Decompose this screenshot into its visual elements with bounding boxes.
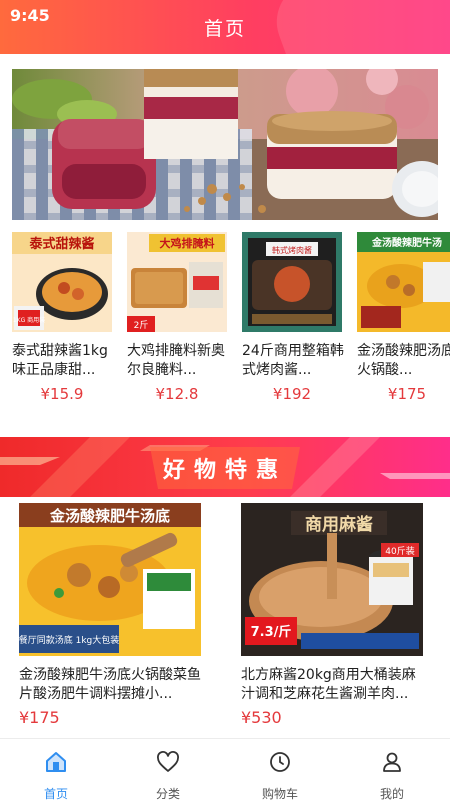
product-name: 北方麻酱20kg商用大桶装麻汁调和芝麻花生酱涮羊肉... [241, 667, 416, 702]
tab-cart[interactable]: 购物车 [224, 749, 336, 800]
product-name: 大鸡排腌料新奥尔良腌料... [127, 343, 225, 378]
hero-banner-image [12, 69, 438, 220]
page-title: 首页 [203, 18, 246, 40]
strip-item[interactable]: 金汤酸辣肥牛汤 金汤酸辣肥汤底火锅酸... ¥175 [357, 232, 450, 403]
thumb-title-text: 大鸡排腌料 [160, 236, 215, 250]
featured-item[interactable]: 金汤酸辣肥牛汤底 餐厅同款汤底 1kg大包装 金汤酸辣肥牛汤底火锅酸菜鱼片酸汤肥… [19, 503, 201, 727]
thumb-title-text: 商用麻酱 [305, 514, 373, 535]
product-thumbnail: 韩式烤肉酱 [242, 232, 342, 332]
hero-banner[interactable] [12, 69, 438, 220]
heart-icon [112, 749, 224, 775]
thumb-title-text: 韩式烤肉酱 [272, 245, 312, 255]
strip-item[interactable]: 韩式烤肉酱 24斤商用整箱韩式烤肉酱... ¥192 [242, 232, 346, 403]
product-price: ¥175 [387, 385, 427, 403]
product-name: 泰式甜辣酱1kg味正品康甜... [12, 343, 108, 378]
thumb-badge-text: 40斤装 [385, 545, 414, 557]
clock-icon [224, 749, 336, 775]
top-bar: 9:45 首页 [0, 0, 450, 54]
tab-category[interactable]: 分类 [112, 749, 224, 800]
product-thumbnail: 商用麻酱 40斤装 7.3/斤 [241, 503, 423, 656]
featured-item[interactable]: 商用麻酱 40斤装 7.3/斤 北方麻酱20kg商用大桶装麻汁调和芝麻花生酱涮羊… [241, 503, 423, 727]
product-thumbnail: 泰式甜辣酱 1KG 商用装 [12, 232, 112, 332]
product-price: ¥530 [241, 708, 282, 727]
promo-banner[interactable]: 好物特惠 [0, 437, 450, 497]
tab-label: 分类 [155, 787, 180, 800]
tab-label: 购物车 [261, 787, 298, 800]
thumb-title-text: 金汤酸辣肥牛汤 [371, 236, 442, 249]
product-price: ¥175 [19, 708, 60, 727]
product-thumbnail: 大鸡排腌料 2斤 [127, 232, 227, 332]
product-thumbnail: 金汤酸辣肥牛汤底 餐厅同款汤底 1kg大包装 [19, 503, 201, 656]
strip-item[interactable]: 泰式甜辣酱 1KG 商用装 泰式甜辣酱1kg味正品康甜... ¥15.9 [12, 232, 116, 403]
tab-mine[interactable]: 我的 [336, 749, 448, 800]
tab-label: 我的 [379, 787, 404, 800]
strip-item[interactable]: 大鸡排腌料 2斤 大鸡排腌料新奥尔良腌料... ¥12.8 [127, 232, 231, 403]
thumb-title-text: 泰式甜辣酱 [28, 236, 94, 252]
product-name: 金汤酸辣肥牛汤底火锅酸菜鱼片酸汤肥牛调料摆摊小... [19, 667, 201, 702]
tab-home[interactable]: 首页 [0, 749, 112, 800]
home-icon [0, 749, 112, 775]
product-name: 24斤商用整箱韩式烤肉酱... [242, 343, 344, 378]
thumb-title-text: 金汤酸辣肥牛汤底 [49, 507, 170, 525]
product-name: 金汤酸辣肥汤底火锅酸... [357, 343, 450, 378]
thumb-badge-text: 1KG 商用装 [13, 316, 45, 324]
product-price: ¥12.8 [155, 385, 199, 403]
thumb-sub-text: 餐厅同款汤底 1kg大包装 [19, 634, 119, 646]
promo-title: 好物特惠 [162, 458, 287, 483]
product-price: ¥192 [272, 385, 312, 403]
thumb-price-text: 7.3/斤 [251, 624, 292, 640]
bottom-tab-bar: 首页 分类 购物车 我的 [0, 738, 450, 800]
product-thumbnail: 金汤酸辣肥牛汤 [357, 232, 450, 332]
tab-label: 首页 [43, 787, 68, 800]
user-icon [336, 749, 448, 775]
product-strip: 泰式甜辣酱 1KG 商用装 泰式甜辣酱1kg味正品康甜... ¥15.9 大鸡排… [12, 232, 450, 407]
app-screen: 9:45 首页 泰式甜辣酱 1KG 商用装 泰式甜辣酱1kg味正品康甜... ¥… [0, 0, 450, 800]
product-price: ¥15.9 [40, 385, 84, 403]
thumb-badge-text: 2斤 [134, 320, 149, 331]
